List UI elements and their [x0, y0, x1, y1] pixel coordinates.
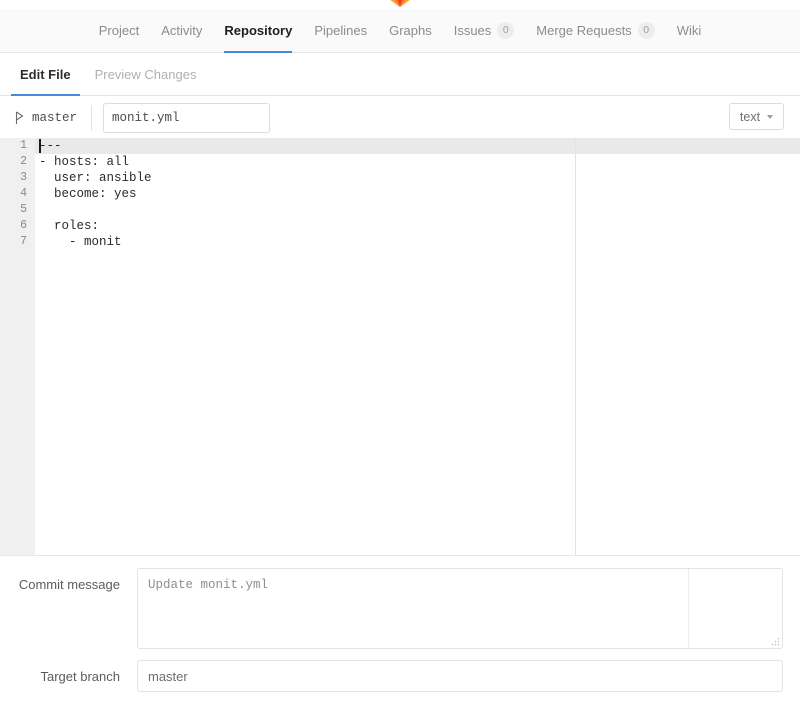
nav-item-wiki[interactable]: Wiki — [666, 9, 713, 52]
nav-item-issues[interactable]: Issues 0 — [443, 9, 526, 52]
editor-header-bar: master text — [0, 97, 800, 138]
tab-label: Preview Changes — [95, 67, 197, 82]
code-line: - monit — [35, 234, 800, 250]
line-number: 4 — [0, 186, 35, 202]
code-line: roles: — [35, 218, 800, 234]
project-nav: Project Activity Repository Pipelines Gr… — [0, 9, 800, 53]
branch-fork-icon — [14, 111, 25, 125]
target-branch-row: Target branch — [0, 660, 800, 694]
code-line: user: ansible — [35, 170, 800, 186]
tab-label: Edit File — [20, 67, 71, 82]
commit-message-input[interactable] — [137, 568, 783, 649]
filename-input[interactable] — [103, 103, 270, 133]
nav-item-label: Wiki — [677, 23, 702, 38]
line-number: 3 — [0, 170, 35, 186]
nav-item-project[interactable]: Project — [88, 9, 150, 52]
text-cursor — [39, 139, 41, 153]
merge-requests-count-badge: 0 — [638, 22, 655, 39]
nav-item-label: Repository — [224, 23, 292, 38]
nav-item-label: Merge Requests — [536, 23, 631, 38]
nav-item-repository[interactable]: Repository — [213, 9, 303, 52]
line-number: 5 — [0, 202, 35, 218]
issues-count-badge: 0 — [497, 22, 514, 39]
target-branch-input[interactable] — [137, 660, 783, 692]
tab-edit-file[interactable]: Edit File — [8, 54, 83, 95]
editor-code-lines: ---- hosts: all user: ansible become: ye… — [35, 138, 800, 250]
editor-gutter: 1234567 — [0, 138, 35, 555]
code-line: become: yes — [35, 186, 800, 202]
editor-mode-label: text — [740, 110, 760, 124]
nav-item-label: Activity — [161, 23, 202, 38]
target-branch-label: Target branch — [0, 660, 120, 684]
nav-item-label: Graphs — [389, 23, 432, 38]
branch-indicator: master — [8, 105, 92, 131]
editor-code-area[interactable]: ---- hosts: all user: ansible become: ye… — [35, 138, 800, 555]
nav-item-graphs[interactable]: Graphs — [378, 9, 443, 52]
line-number: 2 — [0, 154, 35, 170]
gitlab-tanuki-icon — [389, 0, 411, 8]
commit-message-field-wrap — [137, 568, 783, 649]
line-number: 6 — [0, 218, 35, 234]
editor-mode-select[interactable]: text — [729, 103, 784, 130]
nav-item-pipelines[interactable]: Pipelines — [303, 9, 378, 52]
code-editor[interactable]: 1234567 ---- hosts: all user: ansible be… — [0, 138, 800, 556]
nav-item-label: Pipelines — [314, 23, 367, 38]
tab-preview-changes[interactable]: Preview Changes — [83, 54, 209, 95]
code-line: --- — [35, 138, 800, 154]
line-number: 7 — [0, 234, 35, 250]
commit-message-row: Commit message — [0, 568, 800, 650]
commit-message-label: Commit message — [0, 568, 120, 592]
brand-logo-strip — [0, 0, 800, 9]
line-number: 1 — [0, 138, 35, 154]
code-line: - hosts: all — [35, 154, 800, 170]
code-line — [35, 202, 800, 218]
branch-name-label: master — [32, 111, 77, 125]
file-editor-tabs: Edit File Preview Changes — [0, 54, 800, 96]
nav-item-activity[interactable]: Activity — [150, 9, 213, 52]
nav-item-label: Project — [99, 23, 139, 38]
chevron-down-icon — [767, 115, 773, 119]
nav-item-merge-requests[interactable]: Merge Requests 0 — [525, 9, 665, 52]
nav-item-label: Issues — [454, 23, 492, 38]
